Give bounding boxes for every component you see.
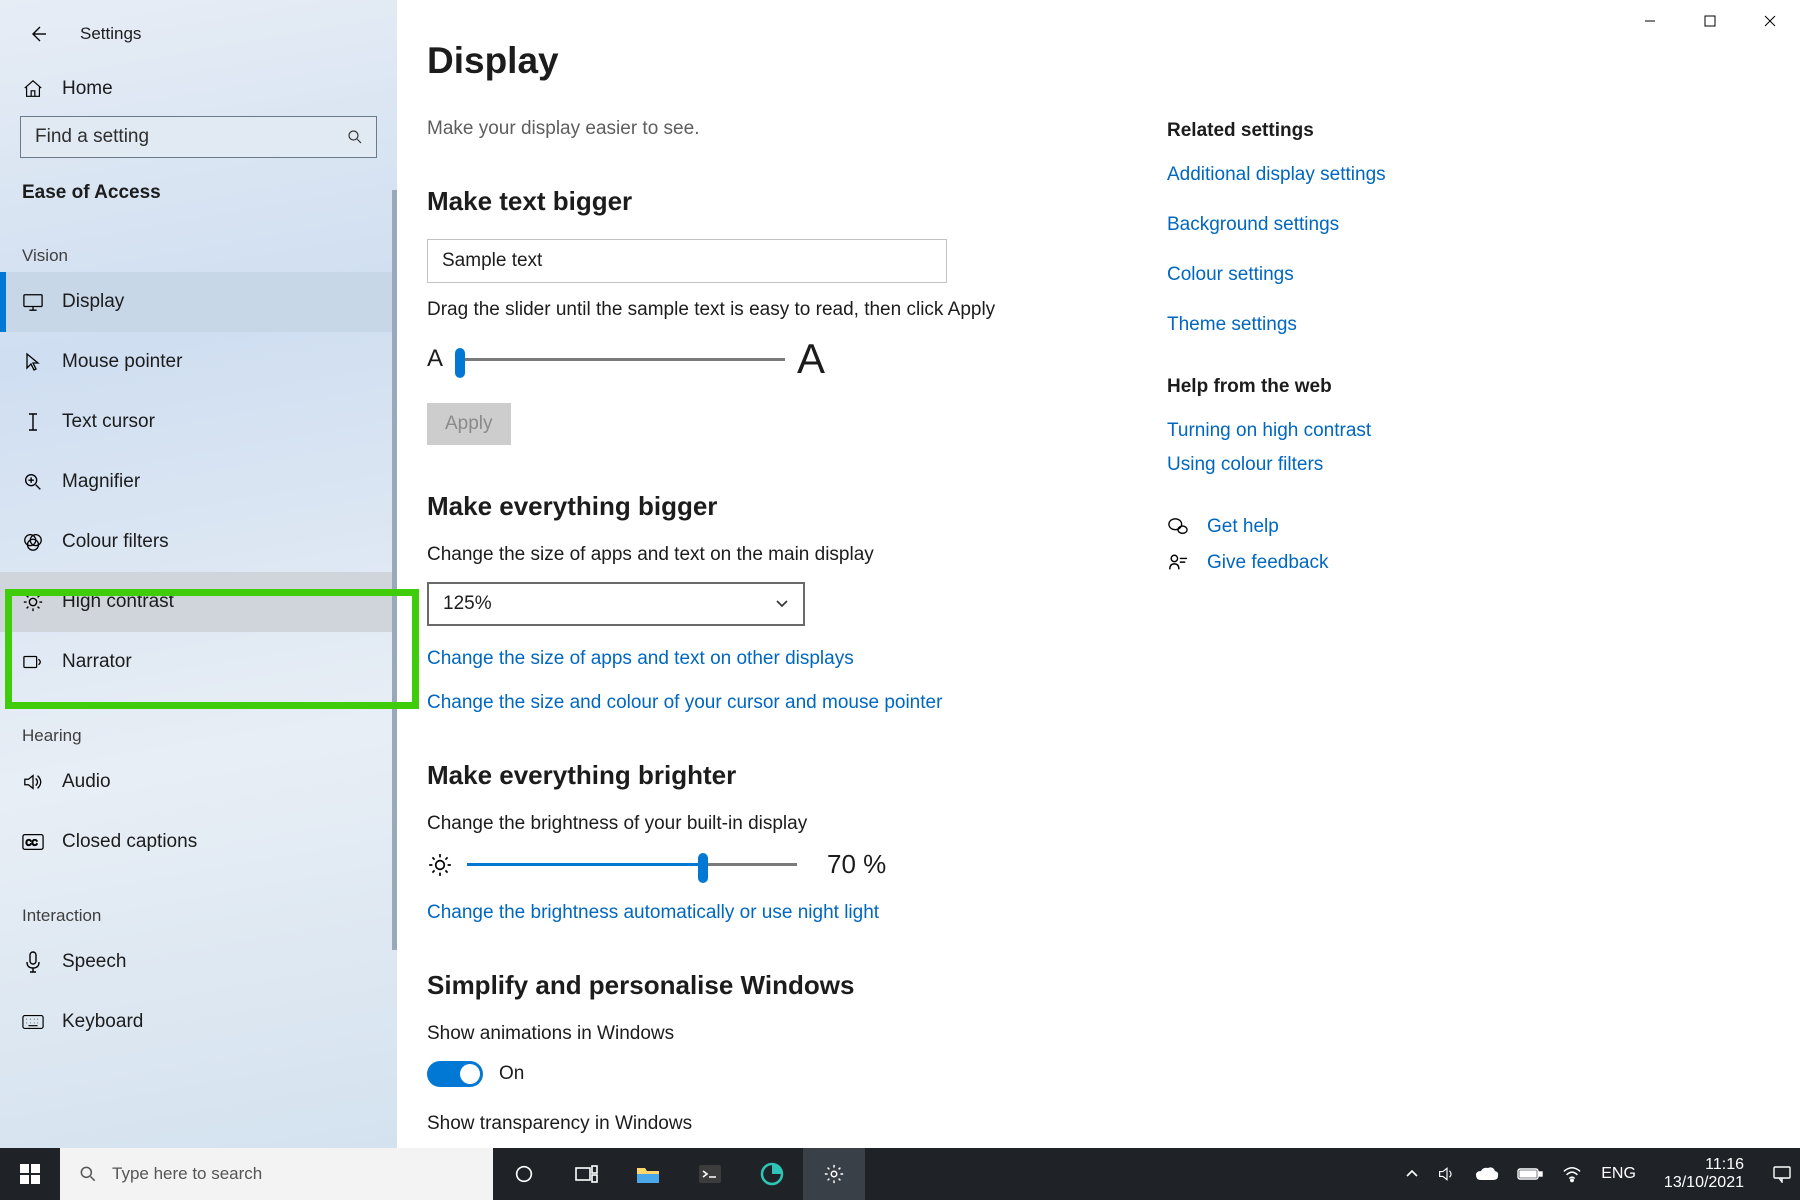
sidebar-item-narrator[interactable]: Narrator bbox=[0, 632, 397, 692]
svg-text:CC: CC bbox=[26, 839, 38, 848]
get-help[interactable]: Get help bbox=[1167, 516, 1597, 538]
magnifier-icon bbox=[22, 471, 44, 493]
animations-toggle[interactable] bbox=[427, 1061, 483, 1087]
text-size-instruction: Drag the slider until the sample text is… bbox=[427, 299, 1127, 321]
section-title: Ease of Access bbox=[0, 166, 397, 212]
taskbar-search[interactable]: Type here to search bbox=[60, 1148, 493, 1200]
tray-volume-icon[interactable] bbox=[1437, 1165, 1457, 1183]
mic-icon bbox=[22, 951, 44, 973]
group-hearing: Hearing bbox=[0, 692, 397, 752]
brightness-percent: 70 % bbox=[827, 849, 886, 880]
sidebar-item-mouse-pointer[interactable]: Mouse pointer bbox=[0, 332, 397, 392]
cc-icon: CC bbox=[22, 831, 44, 853]
text-cursor-icon bbox=[22, 411, 44, 433]
chevron-down-icon bbox=[775, 599, 789, 609]
tray-notifications-icon[interactable] bbox=[1772, 1165, 1792, 1183]
tray-language[interactable]: ENG bbox=[1601, 1165, 1636, 1183]
scale-label: Change the size of apps and text on the … bbox=[427, 544, 1127, 566]
big-a-icon: A bbox=[797, 335, 825, 383]
link-additional-display[interactable]: Additional display settings bbox=[1167, 164, 1597, 186]
link-theme[interactable]: Theme settings bbox=[1167, 314, 1597, 336]
back-button[interactable] bbox=[22, 23, 54, 45]
sidebar-item-display[interactable]: Display bbox=[0, 272, 397, 332]
maximize-button[interactable] bbox=[1680, 0, 1740, 42]
apply-button[interactable]: Apply bbox=[427, 403, 511, 445]
speaker-icon bbox=[22, 771, 44, 793]
brightness-slider[interactable] bbox=[467, 863, 797, 866]
sidebar-item-keyboard[interactable]: Keyboard bbox=[0, 992, 397, 1052]
link-background[interactable]: Background settings bbox=[1167, 214, 1597, 236]
start-button[interactable] bbox=[0, 1148, 60, 1200]
taskbar-file-explorer[interactable] bbox=[617, 1148, 679, 1200]
color-filters-icon bbox=[22, 531, 44, 553]
close-button[interactable] bbox=[1740, 0, 1800, 42]
link-other-displays[interactable]: Change the size of apps and text on othe… bbox=[427, 648, 1127, 670]
search-input[interactable] bbox=[20, 116, 377, 158]
sample-text-box: Sample text bbox=[427, 239, 947, 283]
sidebar-item-magnifier[interactable]: Magnifier bbox=[0, 452, 397, 512]
sun-icon bbox=[22, 591, 44, 613]
search-icon bbox=[78, 1164, 98, 1184]
help-heading: Help from the web bbox=[1167, 376, 1597, 398]
animations-value: On bbox=[499, 1063, 524, 1085]
animations-label: Show animations in Windows bbox=[427, 1023, 1127, 1045]
link-cursor-size[interactable]: Change the size and colour of your curso… bbox=[427, 692, 1127, 714]
sidebar-item-high-contrast[interactable]: High contrast bbox=[0, 572, 397, 632]
small-a-icon: A bbox=[427, 345, 443, 373]
related-settings-heading: Related settings bbox=[1167, 120, 1597, 142]
tray-chevron-up-icon[interactable] bbox=[1405, 1169, 1419, 1179]
section-simplify: Simplify and personalise Windows bbox=[427, 970, 1127, 1001]
section-make-text-bigger: Make text bigger bbox=[427, 186, 1127, 217]
group-interaction: Interaction bbox=[0, 872, 397, 932]
tray-wifi-icon[interactable] bbox=[1561, 1165, 1583, 1183]
pointer-icon bbox=[22, 351, 44, 373]
link-high-contrast-help[interactable]: Turning on high contrast bbox=[1167, 420, 1597, 442]
tray-onedrive-icon[interactable] bbox=[1475, 1166, 1499, 1182]
tray-clock[interactable]: 11:16 13/10/2021 bbox=[1654, 1156, 1754, 1193]
link-colour[interactable]: Colour settings bbox=[1167, 264, 1597, 286]
home-icon bbox=[22, 78, 44, 100]
help-bubble-icon bbox=[1167, 517, 1187, 537]
brightness-icon bbox=[427, 852, 453, 878]
feedback-icon bbox=[1167, 553, 1187, 573]
link-colour-filters-help[interactable]: Using colour filters bbox=[1167, 454, 1597, 476]
main-content: Display Make your display easier to see.… bbox=[427, 40, 1127, 1148]
monitor-icon bbox=[22, 291, 44, 313]
give-feedback[interactable]: Give feedback bbox=[1167, 552, 1597, 574]
right-rail: Related settings Additional display sett… bbox=[1167, 40, 1597, 1148]
transparency-label: Show transparency in Windows bbox=[427, 1113, 1127, 1135]
taskbar-terminal[interactable] bbox=[679, 1148, 741, 1200]
text-size-slider[interactable] bbox=[455, 358, 785, 361]
sidebar-item-colour-filters[interactable]: Colour filters bbox=[0, 512, 397, 572]
sidebar-item-speech[interactable]: Speech bbox=[0, 932, 397, 992]
sidebar-item-audio[interactable]: Audio bbox=[0, 752, 397, 812]
taskbar-cortana[interactable] bbox=[493, 1148, 555, 1200]
taskbar-task-view[interactable] bbox=[555, 1148, 617, 1200]
section-make-brighter: Make everything brighter bbox=[427, 760, 1127, 791]
scrollbar[interactable] bbox=[392, 190, 397, 950]
window-title: Settings bbox=[80, 24, 141, 44]
sidebar: Settings Home Ease of Access Vision Disp… bbox=[0, 0, 397, 1148]
page-subtitle: Make your display easier to see. bbox=[427, 118, 1127, 140]
tray-battery-icon[interactable] bbox=[1517, 1167, 1543, 1181]
group-vision: Vision bbox=[0, 212, 397, 272]
minimize-button[interactable] bbox=[1620, 0, 1680, 42]
section-make-bigger: Make everything bigger bbox=[427, 491, 1127, 522]
search-field[interactable] bbox=[33, 125, 337, 149]
sidebar-item-closed-captions[interactable]: CC Closed captions bbox=[0, 812, 397, 872]
taskbar: Type here to search ENG 11:16 13/10/2021 bbox=[0, 1148, 1800, 1200]
taskbar-settings[interactable] bbox=[803, 1148, 865, 1200]
narrator-icon bbox=[22, 651, 44, 673]
search-icon bbox=[346, 128, 364, 146]
keyboard-icon bbox=[22, 1011, 44, 1033]
sidebar-item-text-cursor[interactable]: Text cursor bbox=[0, 392, 397, 452]
page-title: Display bbox=[427, 40, 1127, 82]
link-night-light[interactable]: Change the brightness automatically or u… bbox=[427, 902, 1127, 924]
taskbar-app-1[interactable] bbox=[741, 1148, 803, 1200]
window-controls bbox=[1620, 0, 1800, 42]
scale-select[interactable]: 125% bbox=[427, 582, 805, 626]
sidebar-item-home[interactable]: Home bbox=[0, 64, 397, 116]
brightness-label: Change the brightness of your built-in d… bbox=[427, 813, 1127, 835]
